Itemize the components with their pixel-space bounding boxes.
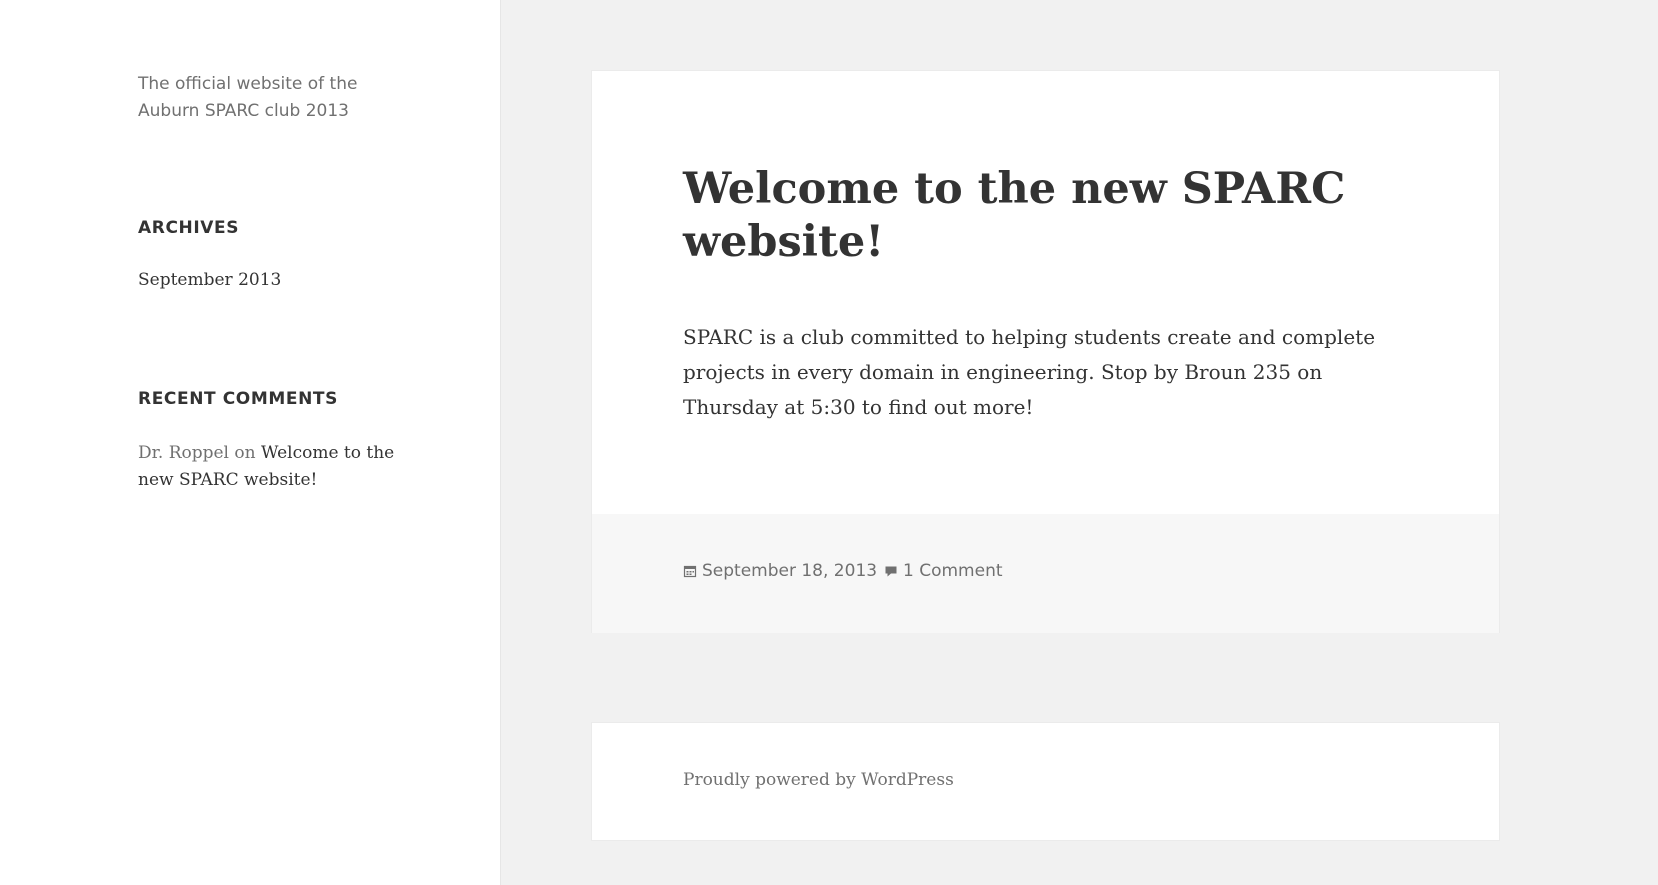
post-card: Welcome to the new SPARC website! SPARC … (591, 70, 1500, 633)
powered-by-link[interactable]: Proudly powered by WordPress (683, 770, 954, 790)
comment-connector: on (234, 443, 256, 463)
comment-bubble-icon (885, 566, 897, 577)
post-date: September 18, 2013 (702, 561, 878, 581)
site-footer: Proudly powered by WordPress (591, 722, 1500, 841)
post-comments-count: 1 Comment (903, 561, 1003, 581)
recent-comments-widget-title: Recent Comments (138, 389, 338, 409)
post-date-link[interactable]: September 18, 2013 (683, 561, 877, 581)
sidebar: The official website of the Auburn SPARC… (0, 0, 501, 885)
post-title[interactable]: Welcome to the new SPARC website! (683, 163, 1383, 269)
archive-link-september-2013[interactable]: September 2013 (138, 270, 281, 290)
recent-comment-item: Dr. Roppel on Welcome to the new SPARC w… (138, 440, 398, 494)
archives-widget-title: Archives (138, 218, 240, 238)
post-meta-footer: September 18, 2013 1 Comment (592, 514, 1499, 633)
post-body: SPARC is a club committed to helping stu… (683, 325, 1376, 419)
site-description: The official website of the Auburn SPARC… (138, 74, 358, 121)
comment-author: Dr. Roppel (138, 443, 229, 463)
post-comments-link[interactable]: 1 Comment (884, 561, 1003, 581)
calendar-icon (683, 565, 697, 578)
